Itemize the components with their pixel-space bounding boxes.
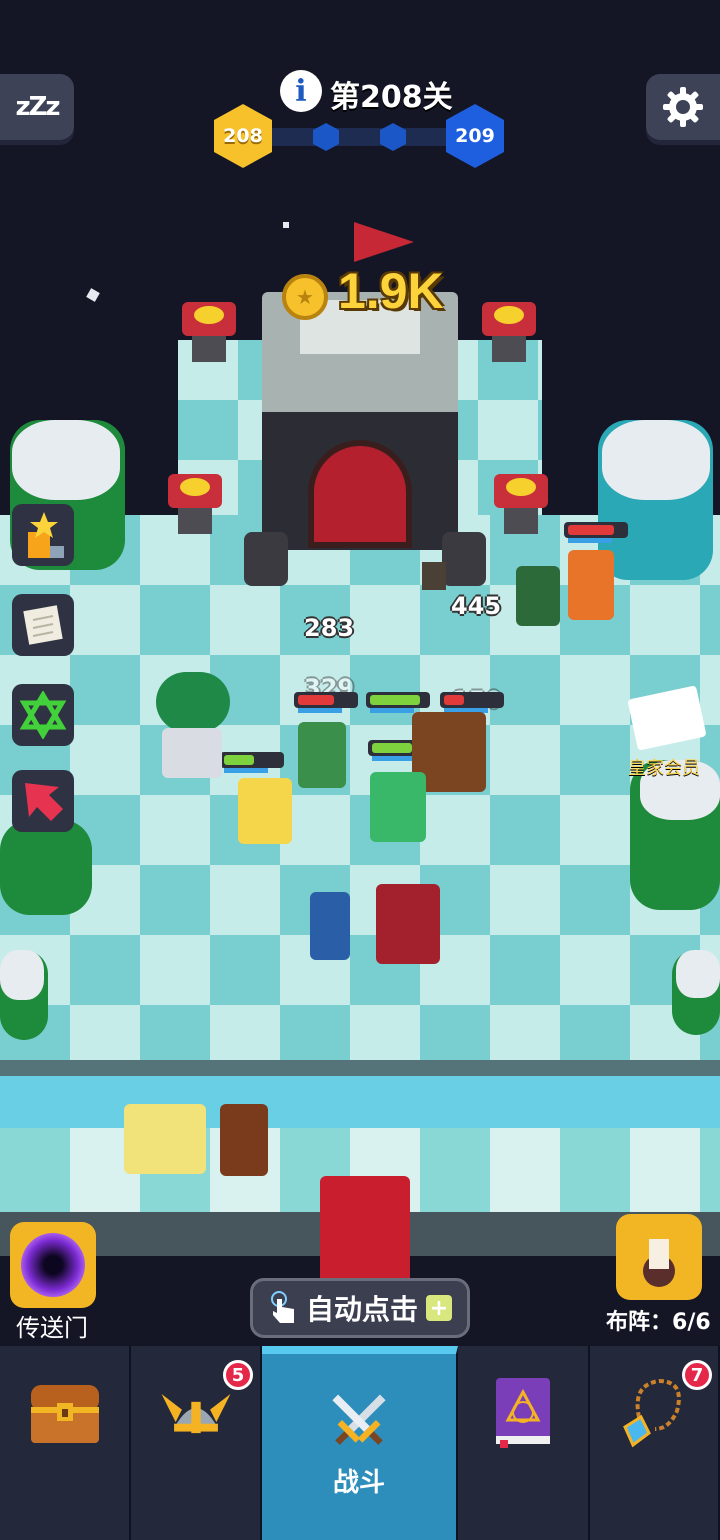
info-icon[interactable]: i <box>280 70 322 112</box>
quest-scroll-button[interactable] <box>12 594 74 656</box>
snow-cap <box>0 950 44 1000</box>
portal-label: 传送门 <box>16 1314 88 1342</box>
tab-treasure[interactable] <box>0 1346 131 1540</box>
trophy-star-icon <box>28 512 64 558</box>
crossed-swords-icon <box>323 1384 395 1456</box>
level-next-badge: 209 <box>446 104 504 168</box>
hero-health-bar <box>366 692 430 713</box>
tap-hand-icon <box>270 1291 294 1323</box>
brazier <box>182 302 236 362</box>
hexagram-icon <box>19 691 67 739</box>
auto-click-label: 自动点击 <box>305 1293 418 1326</box>
level-title: 第208关 <box>330 80 453 115</box>
snow-cap <box>602 420 710 500</box>
enemy-soldier <box>516 566 560 626</box>
hero-health-bar <box>220 752 284 773</box>
brazier <box>494 474 548 534</box>
scroll-icon <box>23 605 63 645</box>
snowy-bush <box>0 820 92 915</box>
damage-number: 445 <box>451 592 502 620</box>
enemy-beast-body <box>162 728 222 778</box>
brazier <box>168 474 222 534</box>
snow-cap <box>12 420 120 500</box>
hero-blonde-warrior <box>238 778 292 844</box>
gear-icon <box>663 87 703 127</box>
royal-member-label[interactable]: 皇家会员 <box>628 754 700 780</box>
hero-green-mage <box>370 772 426 842</box>
treasure-chest-icon <box>29 1376 101 1448</box>
enemy-fire-elemental <box>568 550 614 620</box>
castle-door <box>308 440 412 548</box>
portal-icon <box>21 1233 85 1297</box>
formation-label: 布阵：6/6 <box>606 1304 711 1336</box>
crate <box>422 562 446 590</box>
hero-red-guardian <box>376 884 440 964</box>
viking-helmet-icon <box>160 1376 232 1448</box>
heroes-badge: 5 <box>223 1360 253 1390</box>
level-progress-track <box>262 128 462 146</box>
amulet-badge: 7 <box>682 1360 712 1390</box>
level-current-badge: 208 <box>214 104 272 168</box>
barrel <box>244 532 288 586</box>
bench-hero-paladin[interactable] <box>124 1104 206 1174</box>
hero-knight <box>310 892 350 960</box>
formation-label-text: 布阵： <box>606 1310 673 1335</box>
red-arrow-icon <box>25 783 63 821</box>
snow-cap <box>676 950 720 998</box>
plus-icon: + <box>426 1295 452 1321</box>
river <box>0 1076 720 1128</box>
damage-number: 283 <box>304 614 355 642</box>
amulet-icon <box>618 1376 690 1448</box>
tab-spellbook[interactable] <box>458 1346 590 1540</box>
castle-flag <box>354 222 414 262</box>
tab-heroes[interactable]: 5 <box>131 1346 262 1540</box>
snow-particle <box>283 222 289 228</box>
hero-formation-icon <box>643 1229 675 1287</box>
brazier <box>482 302 536 362</box>
tab-battle[interactable]: 战斗 <box>262 1346 458 1540</box>
enemy-health-bar <box>294 692 358 713</box>
offer-button[interactable] <box>12 770 74 832</box>
settings-button[interactable] <box>646 74 720 140</box>
spellbook-icon <box>487 1376 559 1448</box>
castle-gold-amount: 1.9K <box>338 263 444 319</box>
tab-battle-label: 战斗 <box>332 1468 385 1498</box>
formation-button[interactable] <box>616 1214 702 1300</box>
hexagram-button[interactable] <box>12 684 74 746</box>
barrel <box>442 532 486 586</box>
formation-count: 6/6 <box>672 1310 711 1335</box>
board-edge <box>0 1060 720 1076</box>
portal-button[interactable] <box>10 1222 96 1308</box>
ranking-button[interactable] <box>12 504 74 566</box>
auto-click-button[interactable]: 自动点击 + <box>250 1278 470 1338</box>
enemy-health-bar <box>564 522 628 543</box>
enemy-soldier <box>298 722 346 788</box>
snow-particle <box>86 288 100 302</box>
tab-amulet[interactable]: 7 <box>590 1346 720 1540</box>
sleep-icon: zZz <box>15 92 60 122</box>
bench-hero-archer[interactable] <box>220 1104 268 1176</box>
enemy-health-bar <box>440 692 504 713</box>
enemy-beast <box>156 672 230 732</box>
gold-coin-icon: ★ <box>282 274 328 320</box>
sleep-button[interactable]: zZz <box>0 74 74 140</box>
